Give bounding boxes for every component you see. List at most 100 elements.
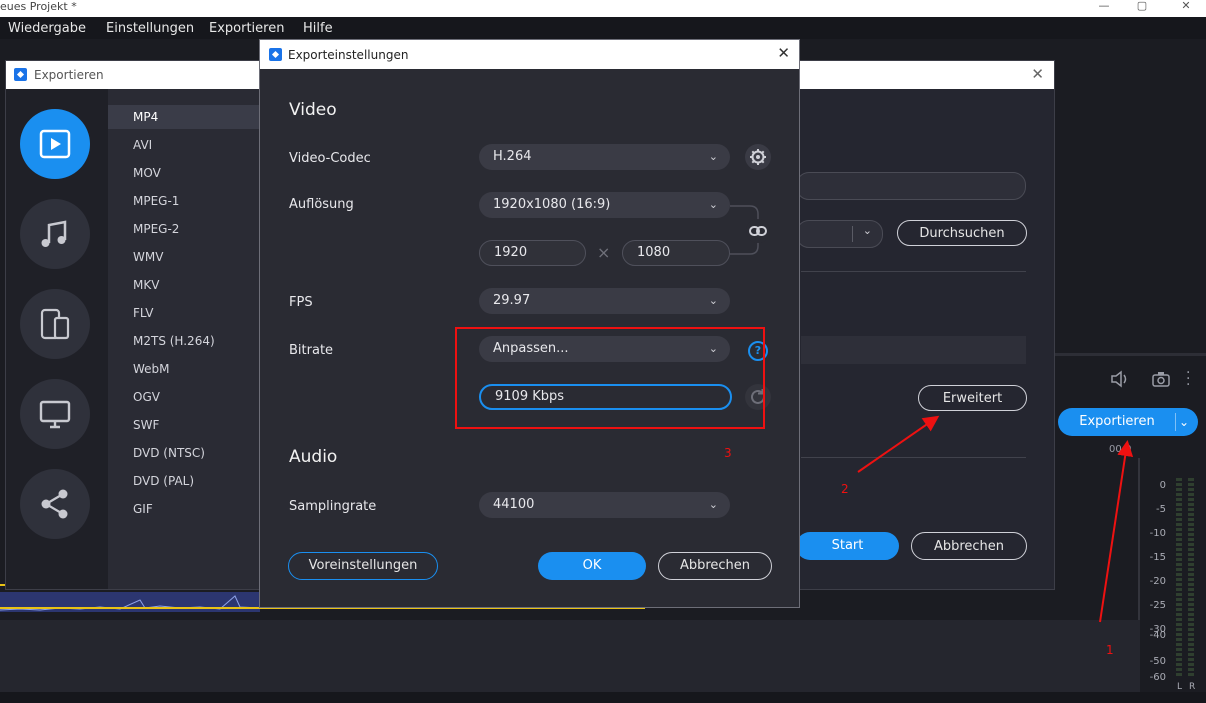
filename-input[interactable] <box>796 172 1026 200</box>
devices-export-tab[interactable] <box>20 289 90 359</box>
dialog-close-button[interactable]: ✕ <box>777 44 790 62</box>
audio-export-tab[interactable] <box>20 199 90 269</box>
folder-chevron-icon: ⌄ <box>862 224 872 237</box>
tv-export-tab[interactable] <box>20 379 90 449</box>
browse-button[interactable]: Durchsuchen <box>897 220 1027 246</box>
format-mpeg1[interactable]: MPEG-1 <box>133 194 179 208</box>
monitor-icon <box>39 400 71 429</box>
fps-label: FPS <box>289 295 313 310</box>
more-options-icon[interactable]: · · · <box>1186 366 1196 392</box>
video-heading: Video <box>289 100 337 120</box>
format-webm[interactable]: WebM <box>133 362 170 376</box>
folder-select-divider <box>852 226 853 242</box>
info-panel <box>801 336 1026 364</box>
fps-chevron-icon: ⌄ <box>708 294 718 307</box>
minimize-button[interactable]: — <box>1084 0 1124 14</box>
bottom-bar <box>0 692 1206 703</box>
annotation-arrows <box>857 415 1134 623</box>
menu-hilfe[interactable]: Hilfe <box>303 21 333 36</box>
format-avi[interactable]: AVI <box>133 138 152 152</box>
app-title: eues Projekt * <box>0 0 77 13</box>
button-divider <box>1175 413 1176 431</box>
aspect-lock-button[interactable] <box>746 219 770 243</box>
music-icon <box>41 220 67 247</box>
app-logo-icon <box>14 68 27 81</box>
dialog-header: Exporteinstellungen ✕ <box>260 40 799 69</box>
export-settings-dialog: Exporteinstellungen ✕ Video Video-Codec … <box>259 39 800 608</box>
export-window-close-button[interactable]: ✕ <box>1031 65 1044 83</box>
maximize-button[interactable]: ▢ <box>1122 0 1162 14</box>
menu-exportieren[interactable]: Exportieren <box>209 21 284 36</box>
menu-bar: Wiedergabe Einstellungen Exportieren Hil… <box>0 17 1206 39</box>
dimension-times-icon: × <box>597 243 611 262</box>
format-list: MP4 AVI MOV MPEG-1 MPEG-2 WMV MKV FLV M2… <box>108 89 260 589</box>
codec-settings-button[interactable] <box>745 144 771 170</box>
audio-waveform[interactable] <box>0 592 261 612</box>
format-wmv[interactable]: WMV <box>133 250 163 264</box>
fps-select[interactable]: 29.97 ⌄ <box>479 288 730 314</box>
dialog-cancel-button[interactable]: Abbrechen <box>658 552 772 580</box>
export-window-title: Exportieren <box>34 68 104 82</box>
ok-button[interactable]: OK <box>538 552 646 580</box>
link-icon <box>749 226 767 236</box>
devices-icon <box>40 308 70 340</box>
annotation-2: 2 <box>841 482 849 496</box>
close-app-button[interactable]: ✕ <box>1166 0 1206 14</box>
resolution-select[interactable]: 1920x1080 (16:9) ⌄ <box>479 192 730 218</box>
format-dvd-ntsc[interactable]: DVD (NTSC) <box>133 446 205 460</box>
fps-value: 29.97 <box>493 293 531 308</box>
video-export-tab[interactable] <box>20 109 90 179</box>
menu-wiedergabe[interactable]: Wiedergabe <box>8 21 86 36</box>
folder-select[interactable]: ⌄ <box>796 220 883 248</box>
advanced-button[interactable]: Erweitert <box>918 385 1027 411</box>
width-input[interactable]: 1920 <box>479 240 586 266</box>
video-icon <box>39 129 71 159</box>
format-flv[interactable]: FLV <box>133 306 153 320</box>
timeline-track[interactable] <box>0 620 1140 692</box>
section-divider <box>801 271 1026 272</box>
format-gif[interactable]: GIF <box>133 502 153 516</box>
volume-icon[interactable] <box>1110 370 1130 388</box>
sampling-select[interactable]: 44100 ⌄ <box>479 492 730 518</box>
meter-bar-left <box>1176 478 1182 678</box>
height-input[interactable]: 1080 <box>622 240 730 266</box>
meter-bar-right <box>1188 478 1194 678</box>
share-icon <box>41 489 68 519</box>
sampling-chevron-icon: ⌄ <box>708 498 718 511</box>
codec-chevron-icon: ⌄ <box>708 150 718 163</box>
audio-heading: Audio <box>289 447 338 467</box>
format-mpeg2[interactable]: MPEG-2 <box>133 222 179 236</box>
export-sidebar <box>6 89 108 589</box>
menu-einstellungen[interactable]: Einstellungen <box>106 21 194 36</box>
bitrate-label: Bitrate <box>289 343 334 358</box>
format-swf[interactable]: SWF <box>133 418 159 432</box>
format-mp4[interactable]: MP4 <box>133 110 158 124</box>
resolution-chevron-icon: ⌄ <box>708 198 718 211</box>
sampling-value: 44100 <box>493 497 535 512</box>
meter-label-50: -50 <box>1149 656 1166 667</box>
app-title-bar: eues Projekt * — ▢ ✕ <box>0 0 1206 17</box>
format-ogv[interactable]: OGV <box>133 390 160 404</box>
codec-value: H.264 <box>493 149 532 164</box>
share-export-tab[interactable] <box>20 469 90 539</box>
annotation-box <box>455 327 765 429</box>
dialog-title: Exporteinstellungen <box>288 48 409 62</box>
presets-button[interactable]: Voreinstellungen <box>288 552 438 580</box>
annotation-1: 1 <box>1106 643 1114 657</box>
meter-channel-r: R <box>1189 682 1196 692</box>
codec-select[interactable]: H.264 ⌄ <box>479 144 730 170</box>
format-m2ts[interactable]: M2TS (H.264) <box>133 334 215 348</box>
meter-label-40: -40 <box>1149 630 1166 641</box>
snapshot-icon[interactable] <box>1151 371 1171 387</box>
format-mkv[interactable]: MKV <box>133 278 159 292</box>
sampling-label: Samplingrate <box>289 499 377 514</box>
format-selected-highlight <box>108 105 260 129</box>
meter-label-60: -60 <box>1149 672 1166 683</box>
meter-channel-l: L <box>1177 682 1183 692</box>
export-dropdown-icon[interactable]: ⌄ <box>1179 408 1189 436</box>
format-mov[interactable]: MOV <box>133 166 161 180</box>
gear-icon <box>750 149 766 165</box>
resolution-label: Auflösung <box>289 197 354 212</box>
format-dvd-pal[interactable]: DVD (PAL) <box>133 474 194 488</box>
annotation-3: 3 <box>724 446 732 460</box>
